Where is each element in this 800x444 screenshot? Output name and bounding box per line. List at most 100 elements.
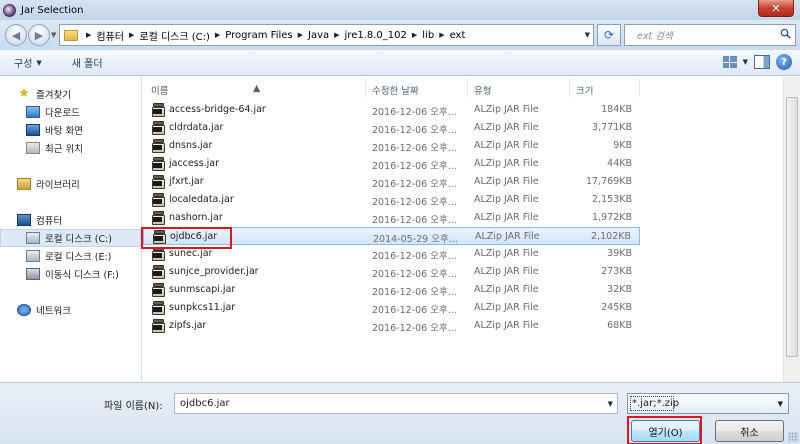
file-row[interactable]: sunmscapi.jar 2016-12-06 오후... ALZip JAR F… [143, 281, 640, 299]
file-row[interactable]: jaccess.jar 2016-12-06 오후... ALZip JAR Fil… [143, 155, 640, 173]
column-header-modified[interactable]: 수정한 날짜 [372, 83, 419, 97]
address-dropdown-icon[interactable]: ▼ [585, 31, 590, 39]
help-icon[interactable]: ? [776, 54, 792, 70]
crumb-separator-icon[interactable]: ▶ [412, 31, 417, 39]
nav-libraries[interactable]: 라이브러리 [0, 175, 141, 193]
nav-network[interactable]: 네트워크 [0, 301, 141, 319]
close-button[interactable]: ✕ [758, 0, 794, 17]
crumb-separator-icon[interactable]: ▶ [129, 31, 134, 39]
filetype-select[interactable]: *.jar;*.zip ▼ [627, 393, 789, 414]
back-button[interactable]: ◀ [5, 24, 27, 46]
file-modified: 2016-12-06 오후... [372, 323, 457, 334]
file-row[interactable]: zipfs.jar 2016-12-06 오후... ALZip JAR File 6… [143, 317, 640, 335]
libraries-icon [17, 178, 31, 190]
jar-file-icon [151, 103, 166, 117]
column-header-type[interactable]: 유형 [474, 83, 491, 97]
nav-label: 바탕 화면 [45, 126, 83, 137]
file-name: sunjce_provider.jar [169, 266, 259, 277]
filename-label: 파일 이름(N): [104, 401, 163, 412]
toolbar: 구성 ▼ 새 폴더 ▼ ? [0, 50, 800, 76]
breadcrumb-drive-c[interactable]: 로컬 디스크 (C:) [139, 28, 210, 43]
file-row[interactable]: jfxrt.jar 2016-12-06 오후... ALZip JAR File 1… [143, 173, 640, 191]
breadcrumb-program-files[interactable]: Program Files [225, 30, 292, 41]
file-row[interactable]: access-bridge-64.jar 2016-12-06 오후... ALZi… [143, 101, 640, 119]
chevron-down-icon[interactable]: ▼ [778, 400, 783, 408]
search-box[interactable]: ext 검색 [624, 24, 796, 46]
vertical-scrollbar[interactable] [783, 77, 800, 382]
file-size: 184KB [601, 104, 632, 115]
cancel-button[interactable]: 취소 [715, 420, 784, 442]
file-name: access-bridge-64.jar [169, 104, 266, 115]
file-row[interactable]: sunjce_provider.jar 2016-12-06 오후... ALZip… [143, 263, 640, 281]
column-header-size[interactable]: 크기 [576, 83, 593, 97]
file-modified: 2016-12-06 오후... [372, 269, 457, 280]
column-divider[interactable] [365, 79, 366, 97]
search-placeholder: ext 검색 [637, 31, 673, 42]
file-name: jaccess.jar [169, 158, 220, 169]
nav-desktop[interactable]: 바탕 화면 [0, 121, 141, 139]
jar-file-icon [151, 157, 166, 171]
file-modified: 2016-12-06 오후... [372, 125, 457, 136]
column-divider[interactable] [639, 79, 640, 97]
file-size: 2,102KB [591, 231, 631, 242]
forward-button[interactable]: ▶ [28, 24, 50, 46]
nav-recent[interactable]: 최근 위치 [0, 139, 141, 157]
crumb-separator-icon[interactable]: ▶ [334, 31, 339, 39]
filename-field[interactable]: ojdbc6.jar ▼ [174, 393, 618, 414]
scrollbar-thumb[interactable] [786, 97, 798, 357]
view-dropdown-icon[interactable]: ▼ [743, 58, 748, 66]
column-divider[interactable] [569, 79, 570, 97]
column-divider[interactable] [467, 79, 468, 97]
view-options-icon[interactable] [722, 56, 737, 68]
file-row[interactable]: localedata.jar 2016-12-06 오후... ALZip JAR … [143, 191, 640, 209]
nav-drive-c[interactable]: 로컬 디스크 (C:) [0, 229, 141, 247]
nav-label: 컴퓨터 [36, 216, 63, 227]
jar-file-icon [151, 283, 166, 297]
nav-computer[interactable]: 컴퓨터 [0, 211, 141, 229]
file-size: 2,153KB [592, 194, 632, 205]
file-name: jfxrt.jar [169, 176, 204, 187]
breadcrumb-java[interactable]: Java [308, 30, 329, 41]
crumb-separator-icon[interactable]: ▶ [439, 31, 444, 39]
address-row: ◀ ▶ ▼ ▶ 컴퓨터 ▶ 로컬 디스크 (C:) ▶ Program File… [0, 20, 800, 50]
crumb-separator-icon[interactable]: ▶ [215, 31, 220, 39]
recent-places-icon [26, 142, 40, 154]
search-icon[interactable] [780, 28, 791, 39]
file-type: ALZip JAR File [474, 122, 539, 133]
resize-grip[interactable] [788, 432, 798, 442]
preview-pane-icon[interactable] [754, 55, 770, 69]
file-size: 3,771KB [592, 122, 632, 133]
file-row[interactable]: nashorn.jar 2016-12-06 오후... ALZip JAR Fil… [143, 209, 640, 227]
file-size: 44KB [607, 158, 632, 169]
breadcrumb-jre[interactable]: jre1.8.0_102 [345, 30, 407, 41]
new-folder-button[interactable]: 새 폴더 [72, 55, 103, 70]
nav-favorites[interactable]: ★ 즐겨찾기 [0, 85, 141, 103]
file-type: ALZip JAR File [474, 158, 539, 169]
column-header-name[interactable]: 이름 [151, 83, 168, 97]
jar-file-icon [151, 211, 166, 225]
nav-label: 네트워크 [36, 306, 71, 317]
file-type: ALZip JAR File [474, 140, 539, 151]
back-arrow-icon: ◀ [11, 28, 21, 42]
refresh-button[interactable]: ⟳ [597, 24, 621, 46]
filename-value[interactable]: ojdbc6.jar [180, 398, 230, 409]
chevron-down-icon[interactable]: ▼ [608, 400, 613, 408]
breadcrumb-computer[interactable]: 컴퓨터 [96, 28, 124, 43]
file-row[interactable]: dnsns.jar 2016-12-06 오후... ALZip JAR File 9… [143, 137, 640, 155]
file-row[interactable]: cldrdata.jar 2016-12-06 오후... ALZip JAR Fi… [143, 119, 640, 137]
nav-drive-f[interactable]: 이동식 디스크 (F:) [0, 265, 141, 283]
file-modified: 2016-12-06 오후... [372, 143, 457, 154]
file-modified: 2016-12-06 오후... [372, 107, 457, 118]
organize-button[interactable]: 구성 ▼ [14, 55, 42, 71]
jar-file-icon [151, 247, 166, 261]
breadcrumb-lib[interactable]: lib [422, 30, 434, 41]
breadcrumb-ext[interactable]: ext [450, 30, 466, 41]
nav-drive-e[interactable]: 로컬 디스크 (E:) [0, 247, 141, 265]
address-bar[interactable]: ▶ 컴퓨터 ▶ 로컬 디스크 (C:) ▶ Program Files ▶ Ja… [59, 24, 594, 46]
crumb-separator-icon[interactable]: ▶ [298, 31, 303, 39]
nav-downloads[interactable]: 다운로드 [0, 103, 141, 121]
file-name: sunmscapi.jar [169, 284, 236, 295]
file-row[interactable]: sunpkcs11.jar 2016-12-06 오후... ALZip JAR F… [143, 299, 640, 317]
column-headers: ▲ 이름 수정한 날짜 유형 크기 [143, 77, 800, 99]
crumb-separator-icon[interactable]: ▶ [86, 31, 91, 39]
